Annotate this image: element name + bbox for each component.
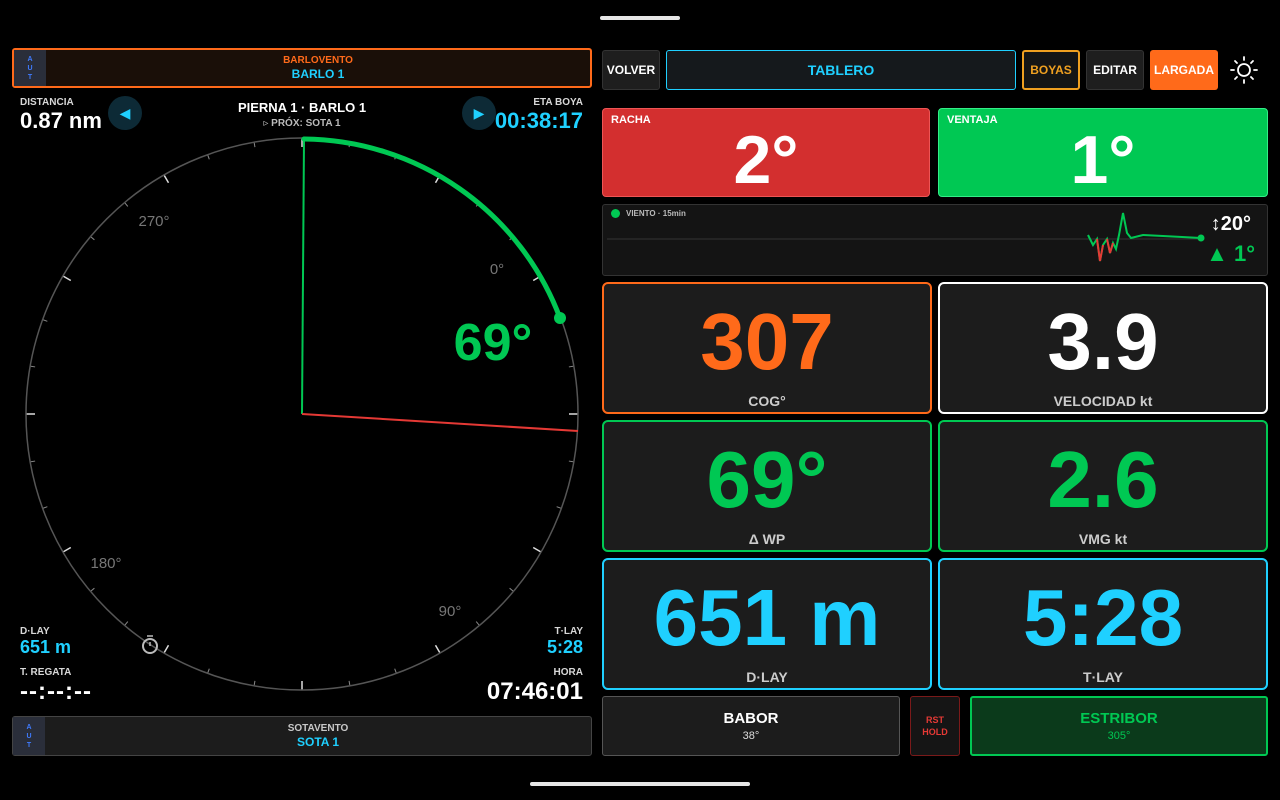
tlay-tile[interactable]: 5:28 T·LAY [938, 558, 1268, 690]
tile-label: VMG kt [1078, 531, 1128, 547]
eta-label: ETA BOYA [533, 97, 583, 108]
dashboard-title-button[interactable]: TABLERO [666, 50, 1016, 90]
tile-value: 5:28 [1022, 573, 1184, 662]
gust-value: 2° [733, 122, 799, 198]
dlay-value: 651 m [20, 637, 72, 657]
bottom-gesture-bar [530, 782, 750, 786]
port-tack-button[interactable]: BABOR 38° [602, 696, 900, 756]
tile-value: 651 m [653, 573, 881, 662]
aut-letter: U [27, 64, 33, 72]
wind-delta-value: ▲ 1° [1206, 241, 1255, 266]
vmg-tile[interactable]: 2.6 VMG kt [938, 420, 1268, 552]
compass-tick [62, 275, 72, 282]
port-label: BABOR [723, 710, 779, 727]
compass-tick [90, 587, 95, 592]
windward-aut-toggle[interactable]: A U T [14, 50, 46, 86]
leeward-mark-banner[interactable]: A U T SOTAVENTO SOTA 1 [12, 716, 592, 756]
compass-tick [532, 546, 542, 553]
port-value: 38° [742, 730, 760, 742]
tile-value: 3.9 [1047, 297, 1159, 386]
tile-value: 69° [706, 435, 828, 524]
windward-mark-banner[interactable]: A U T BARLOVENTO BARLO 1 [12, 48, 592, 88]
tlay-label: T·LAY [554, 626, 583, 637]
compass-label-270: 270° [138, 213, 169, 230]
tile-value: 307 [700, 297, 834, 386]
tile-label: Δ WP [748, 531, 786, 547]
compass-label-90: 90° [439, 603, 462, 620]
aut-letter: A [27, 55, 33, 63]
delta-wp-tile[interactable]: 69° Δ WP [602, 420, 932, 552]
race-timer-value: --:--:-- [20, 678, 92, 705]
gust-shift-box: RACHA 2° [602, 108, 930, 198]
stopwatch-icon [142, 635, 158, 654]
tile-label: D·LAY [746, 669, 788, 685]
windward-label: BARLOVENTO [283, 55, 353, 66]
tlay-value: 5:28 [546, 637, 583, 657]
compass-label-0: 0° [490, 261, 504, 278]
sun-icon[interactable] [1228, 56, 1260, 84]
starboard-label: ESTRIBOR [1080, 710, 1158, 727]
tile-value: 2.6 [1047, 435, 1159, 524]
speed-tile[interactable]: 3.9 VELOCIDAD kt [938, 282, 1268, 414]
starboard-value: 305° [1107, 730, 1131, 742]
top-gesture-bar [600, 16, 680, 20]
reset-label: RST [926, 715, 944, 725]
tile-label: COG° [748, 393, 786, 409]
leg-title: PIERNA 1 · BARLO 1 [237, 100, 367, 115]
heading-arc [301, 136, 563, 321]
hold-label: HOLD [922, 727, 948, 737]
clock-value: 07:46:01 [486, 678, 583, 705]
tile-label: VELOCIDAD kt [1053, 393, 1153, 409]
marks-button[interactable]: BOYAS [1022, 50, 1080, 90]
aut-letter: A [26, 723, 32, 731]
heading-readout: 69° [454, 314, 533, 372]
advantage-shift-box: VENTAJA 1° [938, 108, 1268, 198]
leeward-aut-toggle[interactable]: A U T [13, 717, 45, 755]
distance-label: DISTANCIA [20, 97, 74, 108]
next-triangle-icon: ▶ [473, 104, 485, 121]
edit-button[interactable]: EDITAR [1086, 50, 1144, 90]
dlay-tile[interactable]: 651 m D·LAY [602, 558, 932, 690]
tile-label: T·LAY [1083, 669, 1123, 685]
dlay-label: D·LAY [20, 626, 50, 637]
course-line [301, 413, 579, 432]
windward-mark-name: BARLO 1 [291, 67, 345, 81]
wind-history-chart[interactable]: VIENTO · 15min ↕20° ▲ 1° [602, 204, 1268, 276]
compass-tick [163, 644, 170, 654]
prev-triangle-icon: ◀ [119, 104, 131, 121]
race-timer-label: T. REGATA [20, 667, 72, 678]
cog-tile[interactable]: 307 COG° [602, 282, 932, 414]
compass-tick [163, 174, 170, 184]
advantage-value: 1° [1070, 122, 1136, 198]
compass-tick [434, 644, 441, 654]
compass-dial: 270° 0° 180° 90° 69° [25, 136, 579, 691]
compass-tick [62, 546, 72, 553]
reset-hold-button[interactable]: RST HOLD [910, 696, 960, 756]
aut-letter: T [26, 741, 32, 749]
start-button[interactable]: LARGADA [1150, 50, 1218, 90]
wind-sparkline [607, 212, 1205, 262]
wind-range-value: ↕20° [1210, 213, 1251, 235]
compass-label-180: 180° [90, 555, 121, 572]
back-button[interactable]: VOLVER [602, 50, 660, 90]
aut-letter: U [26, 732, 32, 740]
bearing-line [301, 138, 305, 415]
aut-letter: T [27, 73, 33, 81]
leeward-mark-name: SOTA 1 [296, 735, 339, 749]
heading-arc-end [554, 312, 566, 324]
leeward-label: SOTAVENTO [287, 723, 349, 734]
clock-label: HORA [553, 667, 583, 678]
starboard-tack-button[interactable]: ESTRIBOR 305° [970, 696, 1268, 756]
